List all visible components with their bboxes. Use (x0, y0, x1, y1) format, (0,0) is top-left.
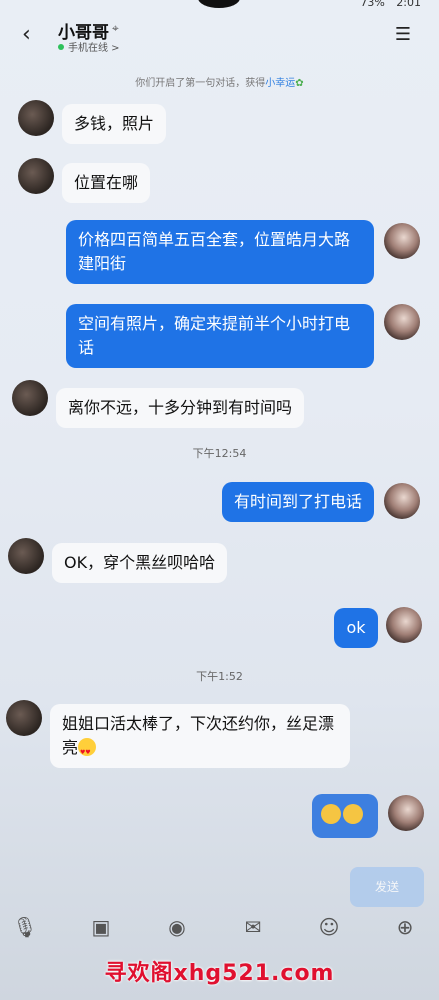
message-incoming[interactable]: OK，穿个黑丝呗哈哈 (52, 543, 228, 583)
battery-level: 73% (360, 0, 385, 9)
my-avatar[interactable] (384, 223, 420, 259)
red-packet-icon[interactable]: ✉ (238, 912, 268, 942)
my-avatar[interactable] (386, 607, 422, 643)
emoji-icon[interactable]: ☺ (314, 912, 344, 942)
sleepy-emoji-icon (343, 804, 363, 824)
message-incoming[interactable]: 位置在哪 (62, 163, 151, 203)
my-avatar[interactable] (388, 795, 424, 831)
chat-header: ‹ 小哥哥 ⌖ 手机在线 > ☰ (0, 14, 439, 62)
online-status-text: 手机在线 > (68, 43, 120, 54)
system-message: 你们开启了第一句对话，获得小幸运✿ (0, 74, 439, 89)
heart-eyes-emoji-icon (78, 738, 97, 765)
online-status[interactable]: 手机在线 > (58, 39, 120, 54)
hamburger-menu-icon[interactable]: ☰ (395, 24, 411, 45)
message-outgoing[interactable]: 价格四百简单五百全套，位置皓月大路建阳街 (66, 220, 374, 284)
contact-avatar[interactable] (6, 700, 42, 736)
online-dot-icon (58, 43, 64, 50)
chevron-left-icon[interactable]: ‹ (22, 22, 31, 47)
microphone-icon[interactable]: 🎙 (10, 912, 40, 942)
plus-icon[interactable]: ⊕ (390, 912, 420, 942)
timestamp: 下午12:54 (192, 447, 247, 460)
message-outgoing[interactable]: 空间有照片，确定来提前半个小时打电话 (66, 304, 374, 368)
my-avatar[interactable] (384, 304, 420, 340)
camera-icon[interactable]: ◉ (162, 912, 192, 942)
sleepy-emoji-icon (321, 804, 341, 824)
message-incoming[interactable]: 多钱，照片 (62, 104, 167, 144)
timestamp: 下午1:52 (196, 670, 243, 683)
status-bar: 73% 2:01 (0, 0, 439, 14)
chat-screen: 73% 2:01 ‹ 小哥哥 ⌖ 手机在线 > ☰ 你们开启了第一句对话，获得小… (0, 0, 439, 1000)
message-outgoing[interactable]: ok (334, 608, 378, 648)
send-button[interactable]: 发送 (350, 867, 424, 907)
lucky-link[interactable]: 小幸运 (265, 78, 295, 89)
message-outgoing[interactable]: 有时间到了打电话 (222, 482, 375, 522)
message-text: 姐姐口活太棒了，下次还约你，丝足漂亮 (62, 714, 335, 757)
message-incoming[interactable]: 姐姐口活太棒了，下次还约你，丝足漂亮 (50, 704, 350, 768)
contact-avatar[interactable] (12, 380, 48, 416)
system-message-text: 你们开启了第一句对话，获得 (135, 78, 266, 89)
input-toolbar: 🎙 ▣ ◉ ✉ ☺ ⊕ (0, 912, 439, 952)
contact-avatar[interactable] (8, 538, 44, 574)
sprout-icon: ✿ (295, 78, 304, 89)
my-avatar[interactable] (384, 483, 420, 519)
message-incoming[interactable]: 离你不远，十多分钟到有时间吗 (56, 388, 305, 428)
location-pin-icon: ⌖ (112, 21, 119, 35)
image-icon[interactable]: ▣ (86, 912, 116, 942)
watermark: 寻欢阁xhg521.com (104, 961, 335, 986)
contact-avatar[interactable] (18, 158, 54, 194)
contact-avatar[interactable] (18, 100, 54, 136)
camera-notch (198, 0, 240, 8)
clock: 2:01 (396, 0, 421, 9)
message-outgoing-emoji[interactable] (312, 794, 378, 838)
